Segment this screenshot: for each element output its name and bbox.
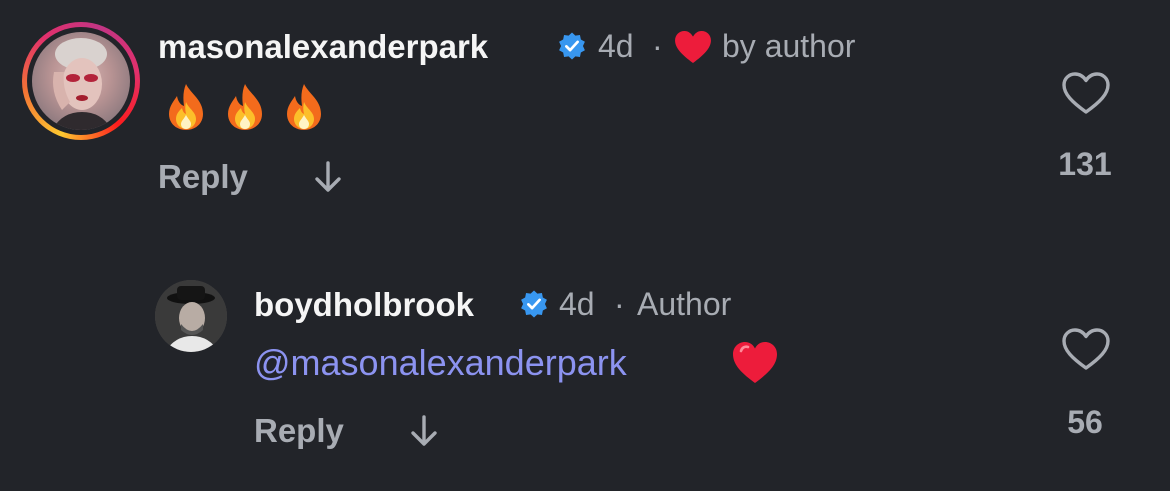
- timestamp: 4d: [598, 28, 634, 64]
- verified-badge-icon: [559, 32, 585, 60]
- arrow-down-icon[interactable]: [313, 160, 343, 194]
- username[interactable]: boydholbrook: [254, 286, 474, 324]
- fire-icon: [287, 84, 321, 130]
- mention-link[interactable]: @masonalexanderpark: [254, 342, 627, 384]
- reply-button[interactable]: Reply: [254, 412, 344, 450]
- fire-icon: [169, 84, 203, 130]
- fire-icon: [228, 84, 262, 130]
- timestamp: 4d: [559, 286, 595, 322]
- username[interactable]: masonalexanderpark: [158, 28, 488, 66]
- avatar-image: [32, 32, 130, 130]
- comment: masonalexanderpark 4d · by author Reply …: [0, 0, 1170, 240]
- like-count: 131: [1058, 146, 1112, 182]
- red-heart-icon: [675, 30, 711, 64]
- red-heart-icon: [733, 342, 777, 383]
- avatar[interactable]: [22, 22, 140, 140]
- separator-dot: ·: [614, 286, 625, 322]
- author-label: Author: [637, 286, 732, 322]
- liked-by-author-label: by author: [722, 28, 856, 64]
- avatar[interactable]: [155, 280, 227, 352]
- like-count: 56: [1067, 404, 1103, 440]
- verified-badge-icon: [521, 290, 547, 318]
- separator-dot: ·: [652, 28, 663, 64]
- like-heart-icon[interactable]: [1060, 70, 1112, 116]
- reply-button[interactable]: Reply: [158, 158, 248, 196]
- avatar-portrait-icon: [52, 38, 112, 130]
- reply-comment: boydholbrook 4d · Author @masonalexander…: [0, 240, 1170, 491]
- arrow-down-icon[interactable]: [409, 414, 439, 448]
- like-heart-icon[interactable]: [1060, 326, 1112, 372]
- avatar-portrait-icon: [155, 280, 227, 352]
